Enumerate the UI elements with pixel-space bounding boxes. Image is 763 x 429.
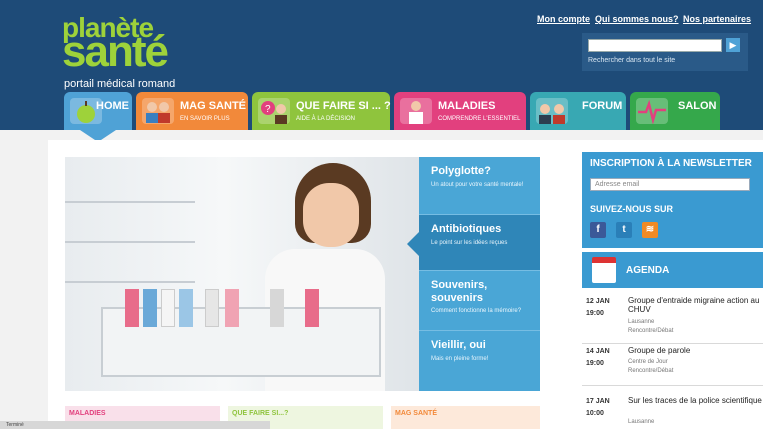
- cabinet-shelf: [65, 247, 195, 283]
- tab-maladies-label: MALADIES: [438, 100, 496, 112]
- hero-carousel-panel: Polyglotte? Un atout pour votre santé me…: [419, 157, 540, 391]
- play-arrow-icon: ▶: [729, 40, 737, 50]
- agenda-time: 10:00: [586, 410, 604, 417]
- tab-maladies[interactable]: MALADIES COMPRENDRE L'ESSENTIEL: [394, 92, 526, 130]
- tab-que-faire-si-label: QUE FAIRE SI ... ?: [296, 100, 391, 112]
- newsletter-title: INSCRIPTION À LA NEWSLETTER: [590, 158, 752, 169]
- medicine-box: [161, 289, 175, 327]
- search-input[interactable]: [588, 39, 722, 52]
- carousel-item-souvenirs[interactable]: Souvenirs, souvenirs Comment fonctionne …: [419, 271, 540, 331]
- tab-home-label: HOME: [96, 100, 129, 112]
- carousel-item-vieillir[interactable]: Vieillir, oui Mais en pleine forme!: [419, 331, 540, 391]
- tab-forum-label: FORUM: [582, 100, 623, 112]
- search-button[interactable]: ▶: [726, 38, 740, 52]
- carousel-item-sub: Mais en pleine forme!: [431, 356, 489, 362]
- agenda-item[interactable]: 17 JAN 10:00 Sur les traces de la police…: [582, 396, 763, 429]
- carousel-item-title: Antibiotiques: [431, 223, 502, 235]
- carousel-item-antibiotiques[interactable]: Antibiotiques Le point sur les idées reç…: [419, 215, 540, 271]
- agenda-title: AGENDA: [626, 265, 670, 276]
- mon-compte-link[interactable]: Mon compte: [537, 14, 590, 24]
- medicine-box: [305, 289, 319, 327]
- medicine-box: [143, 289, 157, 327]
- search-box: ▶ Rechercher dans tout le site: [582, 33, 748, 71]
- twitter-icon[interactable]: t: [616, 222, 632, 238]
- heartbeat-icon: [636, 98, 668, 125]
- tab-mag-sante-sub: EN SAVOIR PLUS: [180, 116, 230, 122]
- agenda-item-title: Sur les traces de la police scientifique: [628, 396, 762, 405]
- people-icon: [142, 98, 174, 124]
- tab-forum[interactable]: FORUM: [530, 92, 626, 130]
- calendar-icon: [592, 257, 616, 283]
- agenda-item-place: Centre de Jour: [628, 359, 668, 365]
- chat-people-icon: [536, 98, 568, 124]
- tab-mag-sante[interactable]: MAG SANTÉ EN SAVOIR PLUS: [136, 92, 248, 130]
- carousel-item-polyglotte[interactable]: Polyglotte? Un atout pour votre santé me…: [419, 157, 540, 215]
- newsletter-box: INSCRIPTION À LA NEWSLETTER Adresse emai…: [582, 152, 763, 248]
- agenda-header: AGENDA: [582, 252, 763, 288]
- tab-que-faire-si[interactable]: ? QUE FAIRE SI ... ? AIDE À LA DÉCISION: [252, 92, 391, 130]
- agenda-item-type: Rencontre/Débat: [628, 368, 674, 374]
- cabinet-shelf: [65, 167, 195, 203]
- carousel-active-indicator: [407, 232, 419, 256]
- medicine-box: [125, 289, 139, 327]
- nos-partenaires-link[interactable]: Nos partenaires: [683, 14, 751, 24]
- tab-maladies-sub: COMPRENDRE L'ESSENTIEL: [438, 116, 521, 122]
- face-shape: [303, 183, 359, 247]
- bottom-tab-mag-sante[interactable]: MAG SANTÉ: [391, 406, 540, 429]
- site-logo[interactable]: planète santé portail médical romand: [62, 14, 212, 91]
- question-person-icon: ?: [258, 98, 290, 124]
- agenda-date: 14 JAN: [586, 348, 610, 355]
- agenda-date: 17 JAN: [586, 398, 610, 405]
- carousel-item-sub: Un atout pour votre santé mentale!: [431, 182, 524, 188]
- carousel-item-sub: Le point sur les idées reçues: [431, 240, 508, 246]
- agenda-item-place: Lausanne: [628, 419, 655, 425]
- rss-icon[interactable]: ≋: [642, 222, 658, 238]
- qui-sommes-nous-link[interactable]: Qui sommes nous?: [595, 14, 679, 24]
- agenda-item-title: Groupe de parole: [628, 346, 691, 355]
- medicine-box: [225, 289, 239, 327]
- agenda-date: 12 JAN: [586, 298, 610, 305]
- carousel-item-title: Vieillir, oui: [431, 339, 486, 351]
- agenda-item-place: Lausanne: [628, 319, 655, 325]
- agenda-item-type: Rencontre/Débat: [628, 328, 674, 334]
- search-hint: Rechercher dans tout le site: [588, 57, 676, 64]
- cabinet-shelf: [65, 207, 195, 243]
- doctor-icon: [400, 98, 432, 124]
- tab-que-faire-si-sub: AIDE À LA DÉCISION: [296, 116, 356, 122]
- agenda-item[interactable]: 12 JAN 19:00 Groupe d'entraide migraine …: [582, 296, 763, 344]
- tab-salon-label: SALON: [678, 100, 717, 112]
- medicine-box: [270, 289, 284, 327]
- follow-us-title: SUIVEZ-NOUS SUR: [590, 204, 674, 214]
- logo-tagline: portail médical romand: [64, 78, 176, 90]
- medicine-box: [205, 289, 219, 327]
- agenda-item[interactable]: 14 JAN 19:00 Groupe de parole Centre de …: [582, 346, 763, 386]
- agenda-time: 19:00: [586, 360, 604, 367]
- logo-line-2: santé: [62, 27, 169, 76]
- browser-status-bar: Terminé: [0, 421, 270, 429]
- carousel-item-title: Polyglotte?: [431, 165, 491, 177]
- site-header: planète santé portail médical romand Mon…: [0, 0, 763, 130]
- hero-image[interactable]: [65, 157, 419, 391]
- newsletter-email-field[interactable]: Adresse email: [590, 178, 750, 191]
- agenda-item-title: Groupe d'entraide migraine action au CHU…: [628, 296, 760, 314]
- tab-home[interactable]: HOME: [64, 92, 132, 130]
- facebook-icon[interactable]: f: [590, 222, 606, 238]
- tab-mag-sante-label: MAG SANTÉ: [180, 100, 246, 112]
- svg-text:?: ?: [265, 104, 271, 115]
- agenda-time: 19:00: [586, 310, 604, 317]
- carousel-item-title: Souvenirs, souvenirs: [431, 279, 488, 304]
- medicine-box: [179, 289, 193, 327]
- tab-salon[interactable]: SALON: [630, 92, 720, 130]
- carousel-item-sub: Comment fonctionne la mémoire?: [431, 308, 522, 314]
